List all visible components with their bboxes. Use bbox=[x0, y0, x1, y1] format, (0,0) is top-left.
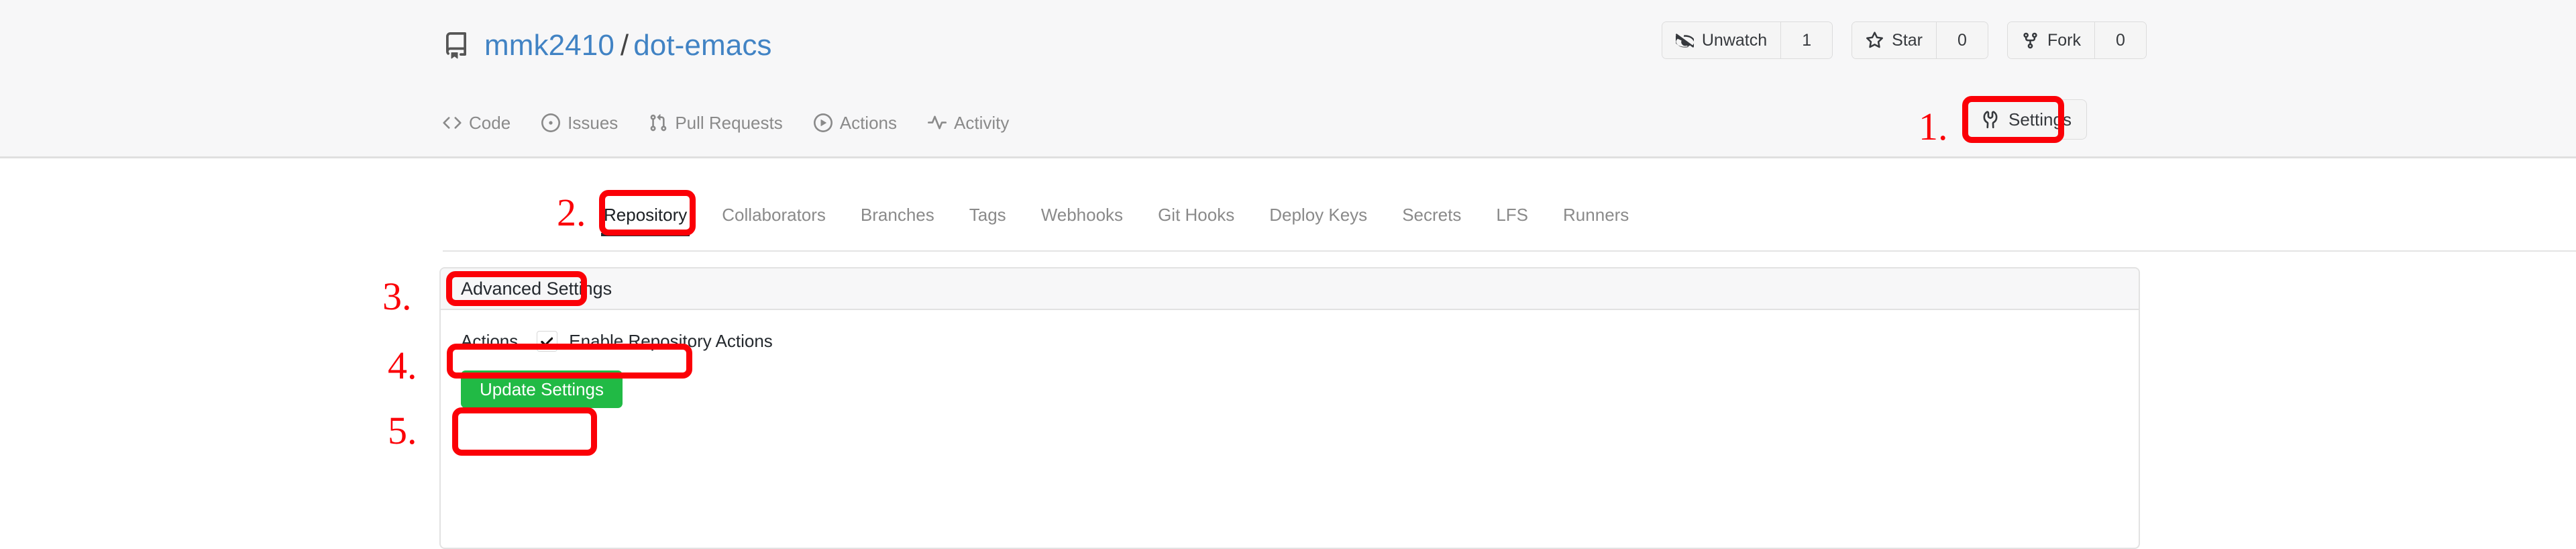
nav-item-pull-requests-label: Pull Requests bbox=[675, 112, 783, 133]
eye-closed-icon bbox=[1675, 32, 1694, 50]
repo-header-band: mmk2410/dot-emacs Unwatch 1 Star 0 Fork … bbox=[0, 0, 2576, 158]
settings-button[interactable]: Settings bbox=[1966, 99, 2087, 140]
star-icon bbox=[1866, 31, 1884, 50]
repo-icon bbox=[443, 31, 484, 60]
nav-item-code-label: Code bbox=[469, 112, 511, 133]
fork-label: Fork bbox=[2047, 30, 2081, 50]
tab-runners[interactable]: Runners bbox=[1563, 205, 1629, 236]
issue-opened-icon bbox=[541, 113, 561, 132]
nav-item-code[interactable]: Code bbox=[443, 113, 511, 134]
unwatch-button-group[interactable]: Unwatch 1 bbox=[1661, 21, 1833, 59]
update-settings-button[interactable]: Update Settings bbox=[461, 370, 623, 408]
annotation-number-2: 2. bbox=[557, 191, 586, 234]
code-icon bbox=[443, 113, 462, 132]
repo-owner-link[interactable]: mmk2410 bbox=[484, 29, 614, 62]
repo-name-link[interactable]: dot-emacs bbox=[633, 29, 771, 62]
enable-repository-actions-checkbox[interactable] bbox=[537, 330, 558, 352]
settings-tabs: Repository Collaborators Branches Tags W… bbox=[600, 195, 1664, 236]
tab-repository[interactable]: Repository bbox=[600, 205, 690, 236]
unwatch-label: Unwatch bbox=[1701, 30, 1768, 50]
annotation-number-4: 4. bbox=[388, 344, 417, 387]
actions-form-row: Actions Enable Repository Actions bbox=[461, 326, 2118, 356]
fork-button-group[interactable]: Fork 0 bbox=[2007, 21, 2147, 59]
tab-tags[interactable]: Tags bbox=[969, 205, 1006, 236]
nav-item-actions[interactable]: Actions bbox=[813, 112, 897, 134]
star-button[interactable]: Star bbox=[1852, 22, 1936, 58]
star-button-group[interactable]: Star 0 bbox=[1851, 21, 1988, 59]
nav-item-pull-requests[interactable]: Pull Requests bbox=[649, 112, 783, 134]
advanced-settings-title: Advanced Settings bbox=[461, 278, 612, 299]
tools-icon bbox=[1981, 110, 2000, 129]
tab-git-hooks[interactable]: Git Hooks bbox=[1158, 205, 1234, 236]
nav-item-activity[interactable]: Activity bbox=[928, 113, 1009, 134]
settings-button-label: Settings bbox=[2008, 109, 2072, 130]
star-label: Star bbox=[1892, 30, 1923, 50]
repo-action-buttons: Unwatch 1 Star 0 Fork 0 bbox=[1643, 21, 2147, 59]
tab-deploy-keys[interactable]: Deploy Keys bbox=[1269, 205, 1367, 236]
repo-title-separator: / bbox=[620, 29, 629, 62]
git-pull-request-icon bbox=[649, 113, 667, 132]
tabs-divider bbox=[443, 250, 2576, 252]
check-icon bbox=[541, 336, 553, 346]
fork-button[interactable]: Fork bbox=[2008, 22, 2094, 58]
advanced-settings-panel: Advanced Settings Actions Enable Reposit… bbox=[439, 267, 2140, 549]
settings-button-wrap: Settings bbox=[1966, 99, 2087, 140]
unwatch-button[interactable]: Unwatch bbox=[1662, 22, 1781, 58]
nav-item-actions-label: Actions bbox=[839, 112, 897, 133]
advanced-settings-body: Actions Enable Repository Actions Update… bbox=[441, 310, 2139, 408]
unwatch-count[interactable]: 1 bbox=[1780, 22, 1833, 58]
actions-label: Actions bbox=[461, 330, 519, 351]
tab-collaborators[interactable]: Collaborators bbox=[722, 205, 826, 236]
annotation-number-3: 3. bbox=[382, 274, 412, 318]
tab-secrets[interactable]: Secrets bbox=[1402, 205, 1461, 236]
nav-item-issues[interactable]: Issues bbox=[541, 113, 618, 134]
enable-repository-actions-label[interactable]: Enable Repository Actions bbox=[569, 331, 773, 352]
star-count[interactable]: 0 bbox=[1936, 22, 1988, 58]
page-title: mmk2410/dot-emacs bbox=[484, 31, 772, 60]
annotation-number-5: 5. bbox=[388, 409, 417, 452]
tab-lfs[interactable]: LFS bbox=[1496, 205, 1528, 236]
nav-item-activity-label: Activity bbox=[954, 112, 1010, 133]
tab-webhooks[interactable]: Webhooks bbox=[1041, 205, 1123, 236]
advanced-settings-header: Advanced Settings bbox=[441, 268, 2139, 310]
nav-item-issues-label: Issues bbox=[568, 112, 619, 133]
repo-title-row: mmk2410/dot-emacs bbox=[443, 26, 772, 66]
submit-row: Update Settings bbox=[461, 370, 2118, 408]
play-circle-icon bbox=[813, 113, 833, 132]
tab-branches[interactable]: Branches bbox=[861, 205, 934, 236]
fork-icon bbox=[2021, 32, 2039, 50]
repo-navigation: Code Issues Pull Requests Actions Activi… bbox=[443, 104, 1040, 142]
pulse-icon bbox=[928, 113, 947, 132]
fork-count[interactable]: 0 bbox=[2094, 22, 2146, 58]
